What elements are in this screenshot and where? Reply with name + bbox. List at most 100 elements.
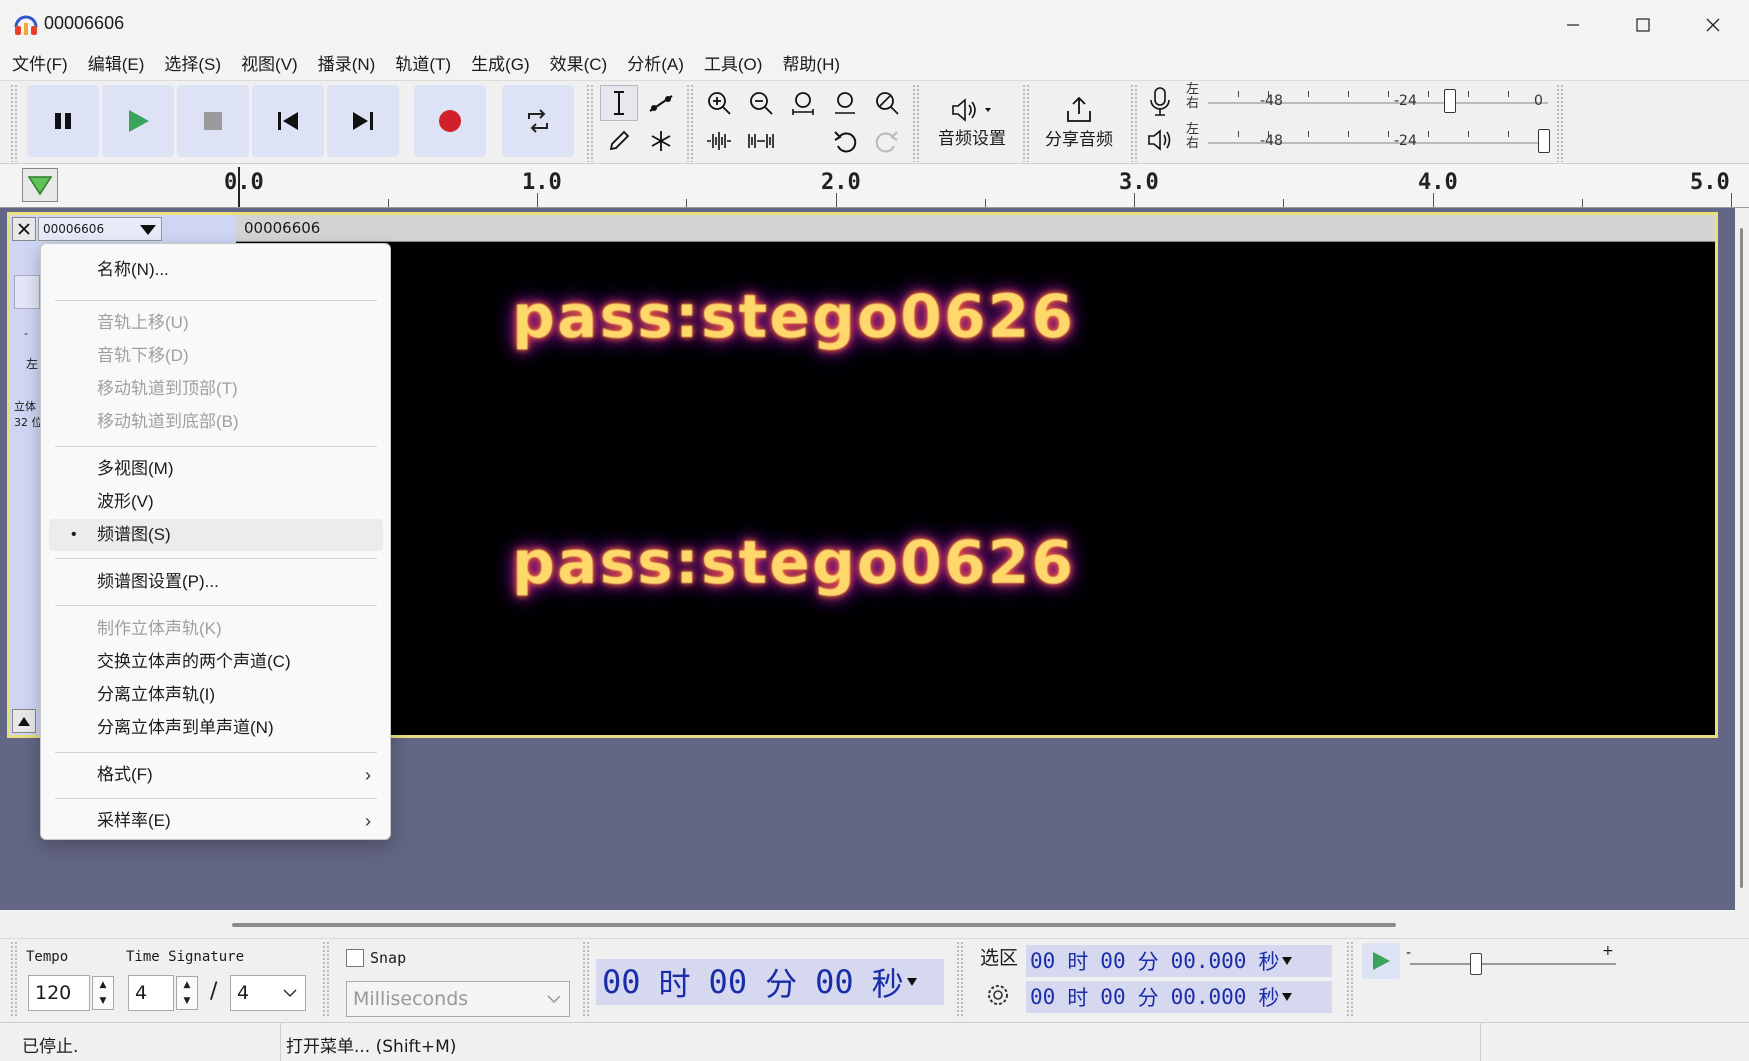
menu-item-name[interactable]: 名称(N)... (49, 254, 383, 286)
menu-item-split-stereo[interactable]: 分离立体声轨(I) (49, 679, 383, 711)
draw-tool[interactable] (600, 123, 638, 159)
toolbar-grip[interactable] (1346, 941, 1354, 1017)
time-display[interactable]: 00 时 00 分 00 秒 (596, 959, 944, 1005)
left-channel-label: 左 (1186, 82, 1200, 97)
skip-to-start-button[interactable] (252, 85, 324, 157)
tempo-input[interactable]: 120 (28, 975, 90, 1011)
headphones-icon (12, 11, 40, 39)
toolbar-grip[interactable] (10, 84, 18, 162)
ruler-label: 3.0 (1119, 170, 1159, 195)
redo-button[interactable] (868, 123, 906, 159)
record-meter[interactable]: -48 -24 0 (1208, 85, 1548, 115)
play-at-speed-button[interactable] (1362, 943, 1400, 979)
pause-button[interactable] (27, 85, 99, 157)
menu-item-rate[interactable]: 采样率(E) › (49, 805, 383, 837)
close-button[interactable] (1678, 0, 1748, 50)
snap-checkbox[interactable] (346, 949, 364, 967)
selection-end-time[interactable]: 00 时 00 分 00.000 秒 (1026, 981, 1332, 1013)
meter-label: -48 (1260, 133, 1283, 149)
play-icon (1373, 952, 1390, 970)
menu-tools[interactable]: 工具(O) (704, 52, 763, 78)
collapse-track-button[interactable] (12, 709, 36, 733)
horizontal-scroll-thumb[interactable] (232, 923, 1396, 927)
zoom-toggle-button[interactable] (868, 85, 906, 121)
timeline-ruler[interactable]: 0.0 1.0 2.0 3.0 4.0 5.0 (0, 164, 1749, 208)
trim-audio-button[interactable] (700, 123, 738, 159)
menu-item-spectrogram-settings[interactable]: 频谱图设置(P)... (49, 566, 383, 598)
menu-view[interactable]: 视图(V) (241, 52, 298, 78)
menu-file[interactable]: 文件(F) (12, 52, 68, 78)
toolbar-grip[interactable] (322, 941, 330, 1017)
record-meter-button[interactable] (1146, 85, 1174, 123)
menu-item-waveform[interactable]: 波形(V) (49, 486, 383, 518)
multi-tool[interactable] (642, 123, 680, 159)
vertical-scrollbar[interactable] (1735, 208, 1749, 910)
menu-effect[interactable]: 效果(C) (550, 52, 608, 78)
menu-edit[interactable]: 编辑(E) (88, 52, 145, 78)
audio-setup-button[interactable]: 音频设置 (926, 83, 1018, 161)
vertical-scroll-thumb[interactable] (1740, 228, 1743, 888)
menu-item-multi-view[interactable]: 多视图(M) (49, 453, 383, 485)
timeline-options-button[interactable] (22, 168, 58, 202)
play-button[interactable] (102, 85, 174, 157)
selection-settings-button[interactable] (986, 983, 1010, 1011)
envelope-tool[interactable] (642, 85, 680, 121)
menu-generate[interactable]: 生成(G) (471, 52, 530, 78)
playback-level-slider[interactable] (1538, 129, 1550, 153)
selection-tool[interactable] (600, 85, 638, 121)
stop-button[interactable] (177, 85, 249, 157)
numerator-stepper[interactable]: ▲ ▼ (176, 976, 198, 1010)
menu-transport[interactable]: 播录(N) (318, 52, 376, 78)
spectrogram-view[interactable]: pass:stego0626 pass:stego0626 (236, 242, 1715, 735)
tempo-stepper[interactable]: ▲ ▼ (92, 976, 114, 1010)
toolbar-grip[interactable] (10, 941, 18, 1017)
record-level-slider[interactable] (1444, 89, 1456, 113)
toolbar-grip[interactable] (956, 941, 964, 1017)
loop-button[interactable] (502, 85, 574, 157)
speed-slider-thumb[interactable] (1470, 953, 1482, 975)
menu-item-spectrogram[interactable]: • 频谱图(S) (49, 519, 383, 551)
menu-item-split-stereo-mono[interactable]: 分离立体声到单声道(N) (49, 712, 383, 744)
toolbar-grip[interactable] (1556, 84, 1564, 162)
fit-project-button[interactable] (826, 85, 864, 121)
menu-help[interactable]: 帮助(H) (782, 52, 840, 78)
share-audio-button[interactable]: 分享音频 (1034, 83, 1124, 161)
maximize-button[interactable] (1608, 0, 1678, 50)
tempo-label: Tempo (26, 949, 69, 965)
play-meter-button[interactable] (1146, 125, 1176, 159)
menu-tracks[interactable]: 轨道(T) (395, 52, 451, 78)
selection-start-time[interactable]: 00 时 00 分 00.000 秒 (1026, 945, 1332, 977)
toolbar-grip[interactable] (912, 84, 920, 162)
track-close-button[interactable] (12, 217, 36, 241)
toolbar-grip[interactable] (1022, 84, 1030, 162)
menu-item-format[interactable]: 格式(F) › (49, 759, 383, 791)
time-signature-denominator[interactable]: 4 (230, 975, 306, 1011)
fit-selection-button[interactable] (784, 85, 822, 121)
toolbar-grip[interactable] (1130, 84, 1138, 162)
checked-bullet-icon: • (71, 526, 77, 543)
minimize-button[interactable] (1538, 0, 1608, 50)
chevron-right-icon: › (365, 811, 371, 831)
skip-to-end-button[interactable] (327, 85, 399, 157)
toolbar-grip[interactable] (582, 941, 590, 1017)
menu-select[interactable]: 选择(S) (164, 52, 221, 78)
clip-title-bar[interactable]: 00006606 (236, 215, 1715, 242)
zoom-out-button[interactable] (742, 85, 780, 121)
speaker-dropdown-icon (952, 97, 991, 122)
record-button[interactable] (414, 85, 486, 157)
speed-slider-track[interactable] (1410, 963, 1616, 965)
toolbar-grip[interactable] (586, 84, 594, 162)
time-signature-numerator[interactable]: 4 (128, 975, 174, 1011)
menu-analyze[interactable]: 分析(A) (627, 52, 684, 78)
undo-button[interactable] (826, 123, 864, 159)
playback-meter[interactable]: -48 -24 (1208, 125, 1550, 155)
silence-audio-button[interactable] (742, 123, 780, 159)
maximize-icon (1636, 18, 1650, 32)
snap-unit-select[interactable]: Milliseconds (346, 981, 570, 1017)
track-mute-button[interactable] (14, 275, 40, 309)
zoom-in-button[interactable] (700, 85, 738, 121)
horizontal-scrollbar[interactable] (0, 910, 1749, 940)
track-name-menu-button[interactable]: 00006606 (38, 217, 162, 241)
menu-item-swap-channels[interactable]: 交换立体声的两个声道(C) (49, 646, 383, 678)
toolbar-grip[interactable] (686, 84, 694, 162)
